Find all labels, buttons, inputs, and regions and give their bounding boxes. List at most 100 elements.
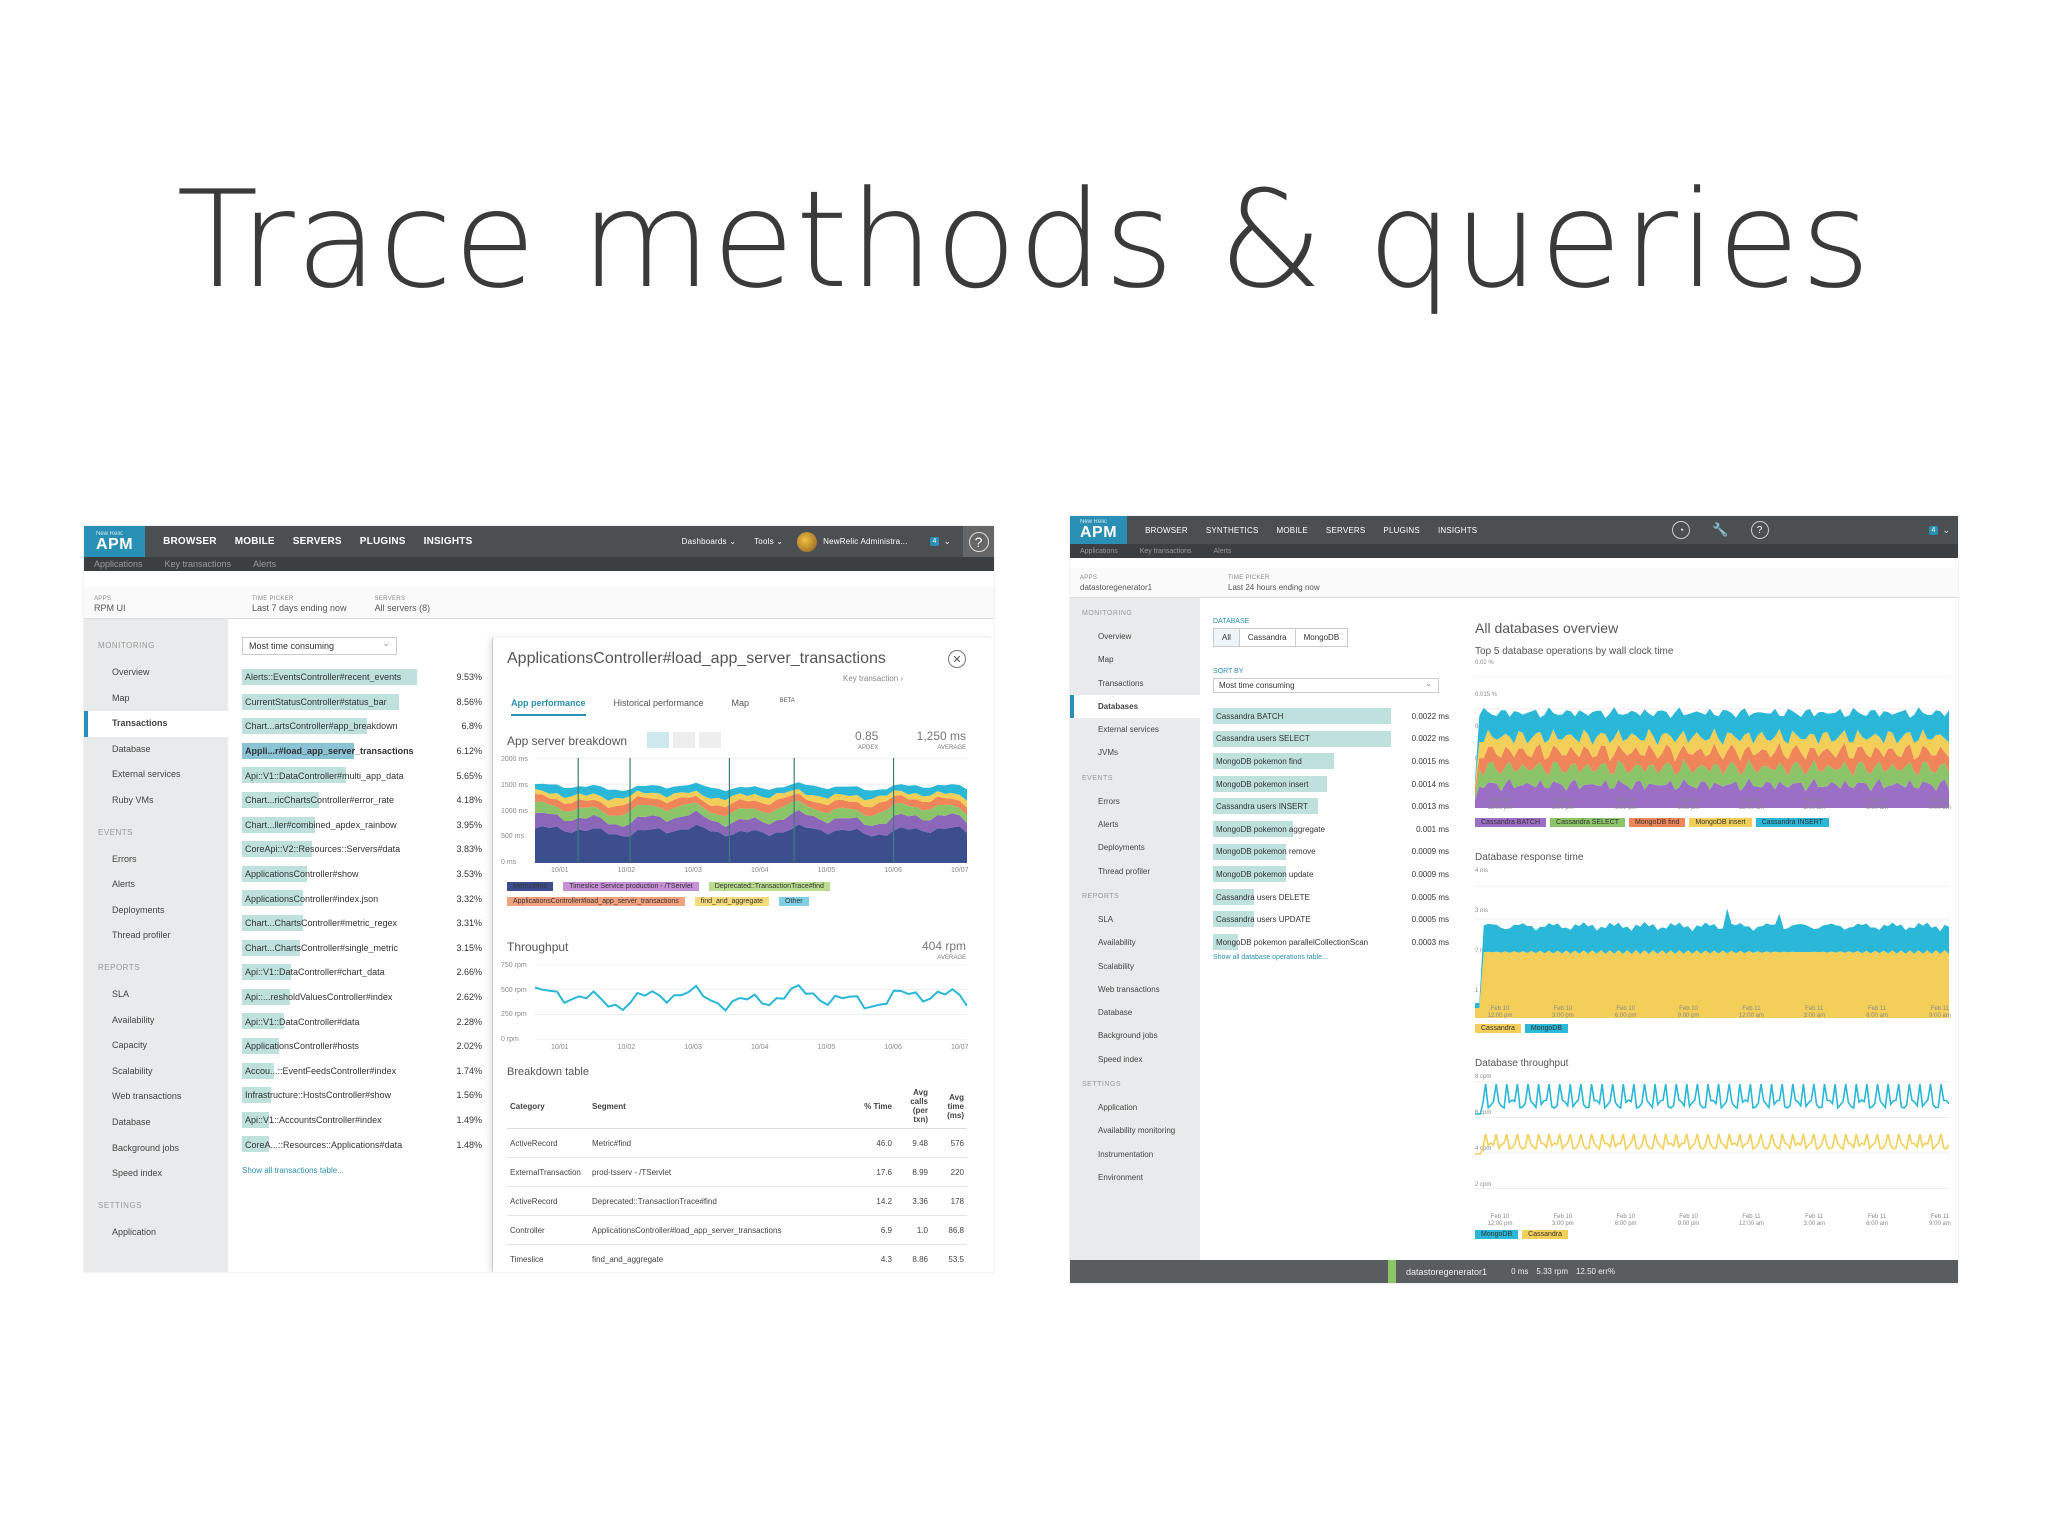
sidebar-item-scalability[interactable]: Scalability: [84, 1059, 228, 1085]
sidebar-item-deployments-right[interactable]: Deployments: [1070, 836, 1200, 859]
transaction-row[interactable]: Api::V1::DataController#multi_app_data 5.…: [242, 763, 482, 788]
apm-logo-right[interactable]: New Relic APM: [1070, 516, 1128, 544]
show-all-db-operations-link[interactable]: Show all database operations table...: [1213, 954, 1328, 961]
subnav-alerts[interactable]: Alerts: [253, 559, 276, 569]
legend-item[interactable]: find_and_aggregate: [694, 897, 770, 906]
sidebar-item-overview[interactable]: Overview: [84, 660, 228, 686]
nav-browser[interactable]: BROWSER: [163, 536, 217, 547]
tools-menu[interactable]: Tools ⌄: [754, 537, 783, 546]
transaction-row[interactable]: Alerts::EventsController#recent_events 9.…: [242, 665, 482, 690]
sidebar-item-background-jobs[interactable]: Background jobs: [84, 1136, 228, 1162]
table-header[interactable]: Avg calls (per txn): [895, 1084, 931, 1129]
sidebar-item-map[interactable]: Map: [84, 686, 228, 712]
nav-insights-right[interactable]: INSIGHTS: [1438, 526, 1477, 535]
sidebar-item-speed-index-right[interactable]: Speed index: [1070, 1048, 1200, 1071]
legend-item[interactable]: MongoDB: [1524, 1024, 1568, 1033]
db-operation-row[interactable]: Cassandra users DELETE 0.0005 ms: [1213, 886, 1449, 909]
transaction-row[interactable]: Chart...ChartsController#single_metric 3.…: [242, 936, 482, 961]
sidebar-item-background-jobs-right[interactable]: Background jobs: [1070, 1024, 1200, 1047]
table-row[interactable]: Controller ApplicationsController#load_ap…: [507, 1215, 967, 1245]
legend-item[interactable]: Cassandra: [1522, 1230, 1568, 1239]
sort-select[interactable]: Most time consuming: [242, 637, 397, 655]
subnav-alerts-right[interactable]: Alerts: [1214, 548, 1232, 555]
sidebar-item-speed-index[interactable]: Speed index: [84, 1161, 228, 1187]
transaction-row[interactable]: Infrastructure::HostsController#show 1.56…: [242, 1083, 482, 1108]
transaction-row[interactable]: Api::V1::DataController#chart_data 2.66%: [242, 960, 482, 985]
nav-mobile-right[interactable]: MOBILE: [1276, 526, 1307, 535]
db-operation-row[interactable]: MongoDB pokemon update 0.0009 ms: [1213, 863, 1449, 886]
table-header[interactable]: % Time: [809, 1084, 895, 1129]
stack-chart-icon[interactable]: [699, 732, 721, 748]
sidebar-item-alerts-right[interactable]: Alerts: [1070, 813, 1200, 836]
chevron-down-icon[interactable]: ⌄: [943, 536, 951, 547]
filter-mongodb[interactable]: MongoDB: [1296, 629, 1348, 646]
legend-item[interactable]: MongoDB insert: [1689, 818, 1752, 827]
transaction-row[interactable]: ApplicationsController#show 3.53%: [242, 862, 482, 887]
subnav-key-transactions[interactable]: Key transactions: [165, 559, 232, 569]
transaction-row[interactable]: Api::V1::DataController#data 2.28%: [242, 1009, 482, 1034]
sidebar-item-sla[interactable]: SLA: [84, 982, 228, 1008]
transaction-row[interactable]: CurrentStatusController#status_bar 8.56%: [242, 690, 482, 715]
time-picker[interactable]: TIME PICKER Last 7 days ending now: [252, 595, 347, 614]
table-header[interactable]: Segment: [589, 1084, 809, 1129]
legend-item[interactable]: Cassandra BATCH: [1475, 818, 1547, 827]
apm-logo[interactable]: New Relic APM: [84, 526, 146, 557]
area-chart-icon[interactable]: [647, 732, 669, 748]
nav-plugins-right[interactable]: PLUGINS: [1383, 526, 1420, 535]
db-operation-row[interactable]: Cassandra users UPDATE 0.0005 ms: [1213, 908, 1449, 931]
sidebar-item-deployments[interactable]: Deployments: [84, 898, 228, 924]
legend-item[interactable]: ApplicationsController#load_app_server_t…: [507, 897, 685, 906]
close-icon[interactable]: ✕: [948, 650, 966, 668]
transaction-row[interactable]: Api::V1::AccountsController#index 1.49%: [242, 1108, 482, 1133]
sidebar-item-web-transactions[interactable]: Web transactions: [84, 1084, 228, 1110]
legend-item[interactable]: Timeslice Service production - /TServlet: [563, 882, 699, 891]
transaction-row[interactable]: Chart...artsController#app_breakdown 6.8%: [242, 714, 482, 739]
nav-plugins[interactable]: PLUGINS: [360, 536, 406, 547]
sidebar-item-alerts[interactable]: Alerts: [84, 872, 228, 898]
sidebar-item-sla-right[interactable]: SLA: [1070, 908, 1200, 931]
apps-picker[interactable]: APPS RPM UI: [94, 595, 224, 614]
transaction-row[interactable]: Accou...::EventFeedsController#index 1.74…: [242, 1059, 482, 1084]
sidebar-item-ruby-vms[interactable]: Ruby VMs: [84, 788, 228, 814]
sidebar-item-external-services-right[interactable]: External services: [1070, 718, 1200, 741]
nav-synthetics[interactable]: SYNTHETICS: [1206, 526, 1259, 535]
sidebar-item-application[interactable]: Application: [84, 1220, 228, 1246]
sidebar-item-availability[interactable]: Availability: [84, 1008, 228, 1034]
table-row[interactable]: Timeslice find_and_aggregate 4.3 8.86 53.5: [507, 1244, 967, 1272]
sidebar-item-scalability-right[interactable]: Scalability: [1070, 955, 1200, 978]
sidebar-item-errors-right[interactable]: Errors: [1070, 790, 1200, 813]
table-header[interactable]: Category: [507, 1084, 589, 1129]
key-transaction-link[interactable]: Key transaction ›: [843, 674, 903, 683]
db-operation-row[interactable]: MongoDB pokemon find 0.0015 ms: [1213, 750, 1449, 773]
sidebar-item-databases[interactable]: Databases: [1070, 694, 1200, 719]
sidebar-item-transactions[interactable]: Transactions: [84, 711, 228, 737]
db-operation-row[interactable]: MongoDB pokemon parallelCollectionScan 0.…: [1213, 931, 1449, 954]
filter-cassandra[interactable]: Cassandra: [1240, 629, 1296, 646]
dashboards-menu[interactable]: Dashboards ⌄: [682, 537, 736, 546]
transaction-row[interactable]: Chart...ller#combined_apdex_rainbow 3.95%: [242, 813, 482, 838]
legend-item[interactable]: Other: [779, 897, 809, 906]
nav-insights[interactable]: INSIGHTS: [424, 536, 473, 547]
subnav-applications-right[interactable]: Applications: [1080, 548, 1118, 555]
legend-item[interactable]: Cassandra SELECT: [1550, 818, 1626, 827]
table-row[interactable]: ExternalTransaction prod-tsserv - /TServl…: [507, 1157, 967, 1187]
db-operation-row[interactable]: Cassandra users INSERT 0.0013 ms: [1213, 795, 1449, 818]
sidebar-item-thread-profiler[interactable]: Thread profiler: [84, 923, 228, 949]
subnav-key-transactions-right[interactable]: Key transactions: [1140, 548, 1192, 555]
sidebar-item-database-report-right[interactable]: Database: [1070, 1001, 1200, 1024]
nav-servers[interactable]: SERVERS: [293, 536, 342, 547]
db-operation-row[interactable]: Cassandra users SELECT 0.0022 ms: [1213, 728, 1449, 751]
speedometer-icon[interactable]: ◔: [1672, 521, 1691, 539]
legend-item[interactable]: Cassandra: [1475, 1024, 1521, 1033]
transaction-row[interactable]: Chart...ChartsController#metric_regex 3.3…: [242, 911, 482, 936]
sidebar-item-web-transactions-right[interactable]: Web transactions: [1070, 978, 1200, 1001]
time-picker-right[interactable]: TIME PICKER Last 24 hours ending now: [1228, 574, 1320, 593]
nav-browser-right[interactable]: BROWSER: [1145, 526, 1188, 535]
tab-historical-performance[interactable]: Historical performance: [614, 698, 704, 716]
transaction-row[interactable]: ApplicationsController#hosts 2.02%: [242, 1034, 482, 1059]
transaction-row[interactable]: CoreApi::V2::Resources::Servers#data 3.83…: [242, 837, 482, 862]
sidebar-item-thread-profiler-right[interactable]: Thread profiler: [1070, 860, 1200, 883]
help-icon-right[interactable]: ?: [1750, 521, 1769, 539]
sidebar-item-database[interactable]: Database: [84, 737, 228, 763]
sort-select-right[interactable]: Most time consuming: [1213, 678, 1439, 693]
